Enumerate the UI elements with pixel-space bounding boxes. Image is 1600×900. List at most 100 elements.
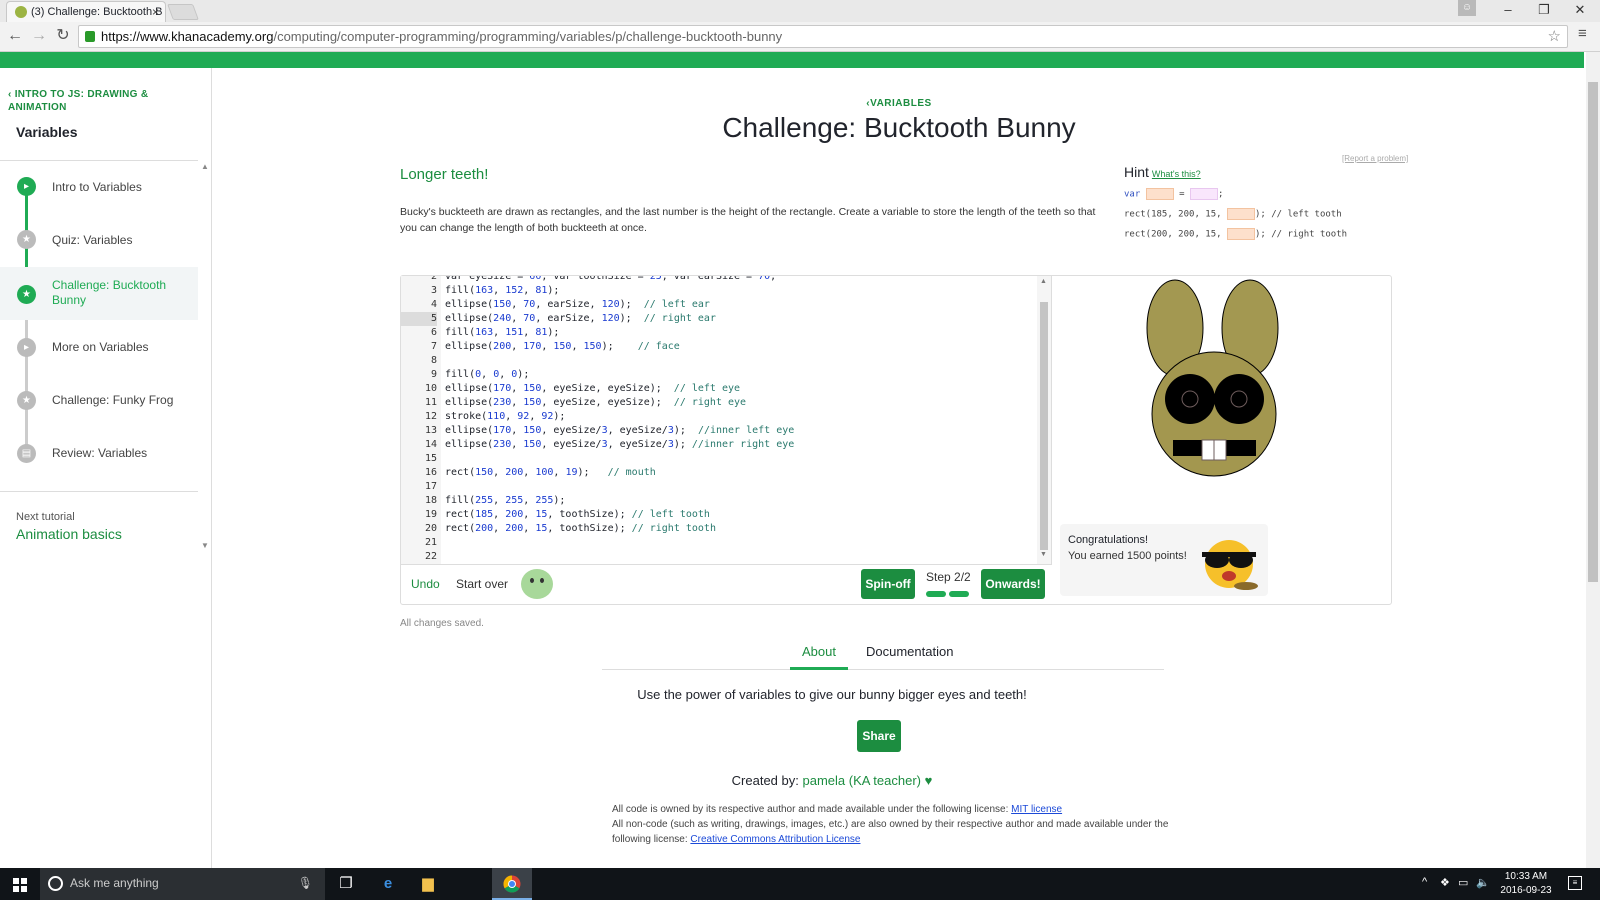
- code-line[interactable]: 11 ellipse(230, 150, eyeSize, eyeSize); /…: [401, 396, 1041, 410]
- code-text: ellipse(230, 150, eyeSize, eyeSize);: [445, 397, 674, 408]
- line-number: 12: [424, 411, 437, 422]
- author-link[interactable]: pamela (KA teacher): [802, 773, 921, 788]
- code-line[interactable]: 7 ellipse(200, 170, 150, 150); // face: [401, 340, 1041, 354]
- cortana-search-box[interactable]: Ask me anything 🎙: [40, 868, 325, 900]
- undo-button[interactable]: Undo: [411, 577, 440, 591]
- tab-title: (3) Challenge: Bucktooth B: [31, 6, 163, 18]
- back-arrow-icon[interactable]: ←: [4, 25, 26, 47]
- code-text: ellipse(240, 70, earSize, 120);: [445, 313, 644, 324]
- windows-start-icon[interactable]: [13, 878, 27, 892]
- code-text: fill(163, 151, 81);: [445, 327, 560, 338]
- step-indicator: Step 2/2: [926, 570, 971, 584]
- code-comment: // left ear: [643, 299, 710, 310]
- scroll-up-arrow-icon[interactable]: ▲: [1040, 278, 1047, 285]
- code-line[interactable]: 15: [401, 452, 1041, 466]
- sidebar-scrollbar[interactable]: ▲ ▼: [198, 160, 212, 552]
- talkthrough-icon: ▸: [17, 338, 36, 357]
- taskbar-clock[interactable]: 10:33 AM 2016-09-23: [1498, 870, 1554, 898]
- edge-icon[interactable]: e: [378, 874, 398, 894]
- new-tab-button[interactable]: [167, 4, 199, 20]
- code-line[interactable]: 20 rect(200, 200, 15, toothSize); // righ…: [401, 522, 1041, 536]
- code-line[interactable]: 14 ellipse(230, 150, eyeSize/3, eyeSize/3…: [401, 438, 1041, 452]
- code-line[interactable]: 21: [401, 536, 1041, 550]
- reload-icon[interactable]: ↻: [52, 25, 74, 47]
- hint-blank: [1226, 228, 1255, 240]
- code-line[interactable]: 18 fill(255, 255, 255);: [401, 494, 1041, 508]
- dropbox-icon[interactable]: ❖: [1440, 876, 1450, 889]
- code-line[interactable]: 4 ellipse(150, 70, earSize, 120); // left…: [401, 298, 1041, 312]
- start-over-button[interactable]: Start over: [456, 577, 508, 591]
- code-line[interactable]: 16 rect(150, 200, 100, 19); // mouth: [401, 466, 1041, 480]
- code-line[interactable]: 12 stroke(110, 92, 92);: [401, 410, 1041, 424]
- menu-icon[interactable]: ≡: [1578, 25, 1587, 42]
- code-comment: // face: [637, 341, 680, 352]
- code-line[interactable]: 19 rect(185, 200, 15, toothSize); // left…: [401, 508, 1041, 522]
- hint-line-1: var = ;: [1124, 188, 1223, 200]
- code-text: fill(255, 255, 255);: [445, 495, 566, 506]
- whats-this-link[interactable]: What's this?: [1152, 169, 1201, 179]
- browser-tab[interactable]: (3) Challenge: Bucktooth B ×: [6, 1, 166, 22]
- page-scrollbar-thumb[interactable]: [1588, 82, 1598, 582]
- forward-arrow-icon[interactable]: →: [28, 25, 50, 47]
- tab-about[interactable]: About: [790, 644, 848, 670]
- restore-button[interactable]: ❐: [1526, 0, 1562, 22]
- hint-heading: Hint What's this?: [1124, 164, 1201, 180]
- code-line[interactable]: 13 ellipse(170, 150, eyeSize/3, eyeSize/3…: [401, 424, 1041, 438]
- sidebar-item-quiz-variables[interactable]: ★ Quiz: Variables: [0, 214, 198, 267]
- share-button[interactable]: Share: [857, 720, 901, 752]
- code-line[interactable]: 22: [401, 550, 1041, 564]
- page-title: Challenge: Bucktooth Bunny: [722, 112, 1076, 143]
- sidebar-item-challenge-bucktooth-bunny[interactable]: ★ Challenge: Bucktooth Bunny: [0, 267, 198, 320]
- minimize-button[interactable]: –: [1490, 0, 1526, 22]
- sidebar-item-intro-to-variables[interactable]: ▸ Intro to Variables: [0, 161, 198, 214]
- line-number: 19: [424, 509, 437, 520]
- chrome-taskbar-button[interactable]: [492, 868, 532, 900]
- editor-scrollbar[interactable]: ▲ ▼: [1037, 276, 1051, 564]
- close-window-button[interactable]: ✕: [1562, 0, 1598, 22]
- browser-chrome: (3) Challenge: Bucktooth B × ☺ – ❐ ✕ ← →…: [0, 0, 1600, 52]
- code-line[interactable]: 8: [401, 354, 1041, 368]
- action-center-icon[interactable]: ≡: [1568, 876, 1582, 890]
- tab-close-icon[interactable]: ×: [152, 2, 159, 22]
- line-number: 13: [424, 425, 437, 436]
- scroll-up-arrow-icon[interactable]: ▲: [201, 162, 209, 171]
- profile-icon[interactable]: ☺: [1458, 0, 1476, 16]
- sidebar-back-link[interactable]: ‹ INTRO TO JS: DRAWING & ANIMATION: [8, 88, 178, 114]
- code-line[interactable]: 17: [401, 480, 1041, 494]
- report-problem-link[interactable]: [Report a problem]: [1342, 154, 1408, 163]
- scroll-down-arrow-icon[interactable]: ▼: [1040, 551, 1047, 558]
- code-line[interactable]: 5 ellipse(240, 70, earSize, 120); // righ…: [401, 312, 1041, 326]
- sidebar-title: Variables: [16, 124, 78, 140]
- file-explorer-icon[interactable]: ▆: [418, 874, 438, 894]
- bookmark-star-icon[interactable]: ☆: [1548, 26, 1561, 47]
- onwards-button[interactable]: Onwards!: [981, 569, 1045, 599]
- mit-license-link[interactable]: MIT license: [1011, 804, 1062, 815]
- next-tutorial-link[interactable]: Animation basics: [16, 526, 122, 542]
- breadcrumb[interactable]: ‹VARIABLES: [212, 98, 1586, 109]
- tray-chevron-icon[interactable]: ^: [1422, 876, 1427, 888]
- sidebar-item-review-variables[interactable]: ▤ Review: Variables: [0, 426, 198, 479]
- address-bar[interactable]: https://www.khanacademy.org/computing/co…: [78, 25, 1568, 48]
- task-view-icon[interactable]: ❐: [336, 874, 356, 894]
- page-scrollbar[interactable]: [1586, 52, 1600, 868]
- network-icon[interactable]: ▭: [1458, 876, 1468, 889]
- khan-leaf-icon: [15, 6, 27, 18]
- main-content: ‹VARIABLES Challenge: Bucktooth Bunny Lo…: [212, 68, 1586, 868]
- scroll-down-arrow-icon[interactable]: ▼: [201, 541, 209, 550]
- code-line[interactable]: 10 ellipse(170, 150, eyeSize, eyeSize); /…: [401, 382, 1041, 396]
- volume-icon[interactable]: 🔈: [1476, 876, 1490, 889]
- sidebar-back-label: INTRO TO JS: DRAWING & ANIMATION: [8, 89, 149, 113]
- code-line[interactable]: 2 var eyeSize = 60; var toothSize = 25; v…: [401, 276, 1041, 284]
- tab-documentation[interactable]: Documentation: [866, 644, 953, 659]
- code-line[interactable]: 3 fill(163, 152, 81);: [401, 284, 1041, 298]
- code-line[interactable]: 6 fill(163, 151, 81);: [401, 326, 1041, 340]
- microphone-icon[interactable]: 🎙: [298, 876, 313, 890]
- right-tooth: [1213, 439, 1227, 461]
- code-line[interactable]: 9 fill(0, 0, 0);: [401, 368, 1041, 382]
- spin-off-button[interactable]: Spin-off: [861, 569, 915, 599]
- sidebar-item-more-on-variables[interactable]: ▸ More on Variables: [0, 320, 198, 373]
- code-editor[interactable]: 2 var eyeSize = 60; var toothSize = 25; v…: [401, 276, 1052, 564]
- sidebar-item-challenge-funky-frog[interactable]: ★ Challenge: Funky Frog: [0, 373, 198, 426]
- cc-license-link[interactable]: Creative Commons Attribution License: [690, 834, 860, 845]
- editor-scrollbar-thumb[interactable]: [1040, 302, 1048, 550]
